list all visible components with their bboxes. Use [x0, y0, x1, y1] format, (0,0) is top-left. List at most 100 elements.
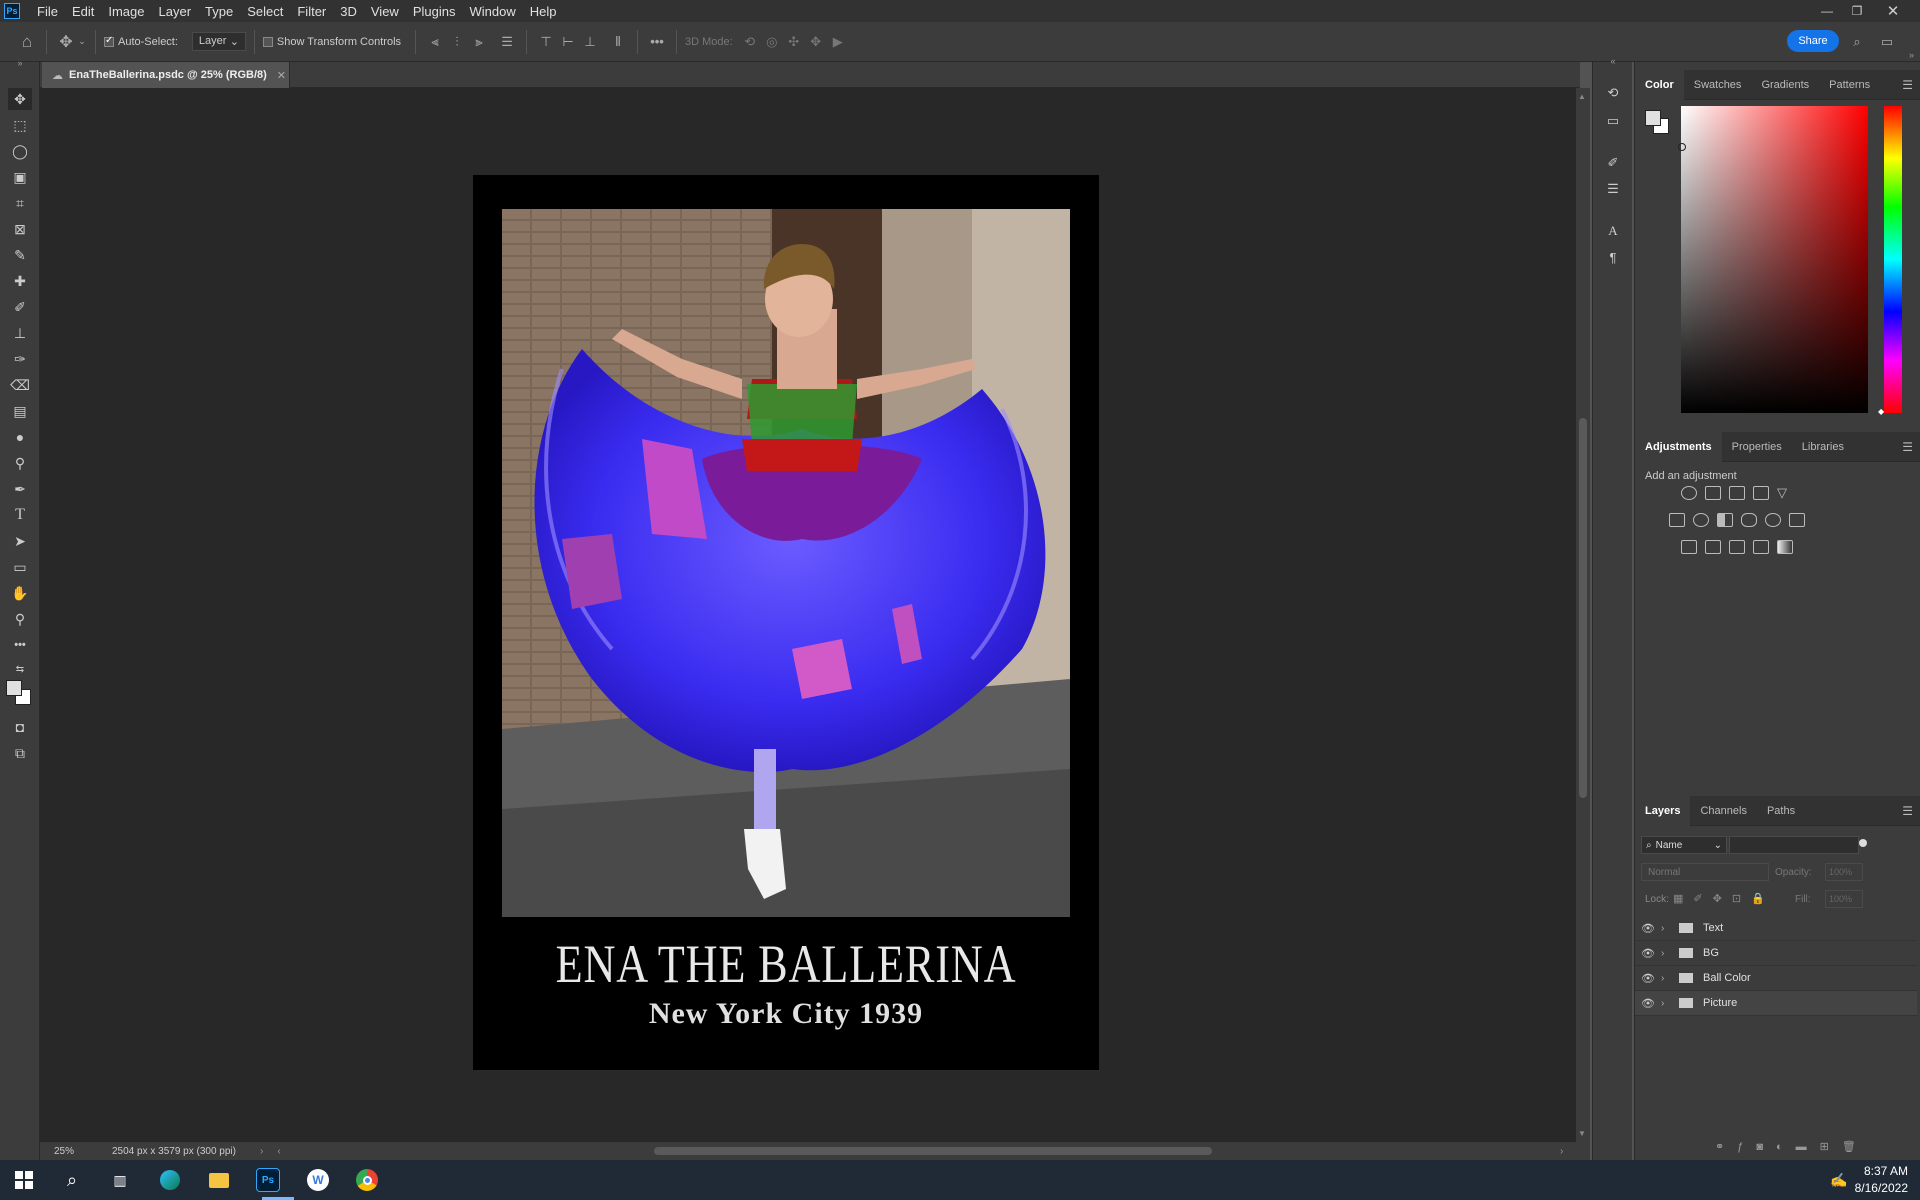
panel-menu-icon[interactable]: ☰	[1902, 804, 1913, 818]
scroll-down-icon[interactable]: ▼	[1578, 1129, 1586, 1138]
align-center-icon[interactable]: ⫶	[446, 31, 468, 53]
camera-3d-icon[interactable]: ▶	[827, 31, 849, 53]
tab-paths[interactable]: Paths	[1757, 796, 1805, 826]
scroll-up-icon[interactable]: ▲	[1578, 92, 1586, 101]
new-layer-icon[interactable]: ⊞	[1820, 1141, 1842, 1153]
system-clock[interactable]: 8:37 AM 8/16/2022	[1855, 1163, 1908, 1197]
align-right-icon[interactable]: ⫸	[468, 31, 490, 53]
color-picker-field[interactable]	[1678, 106, 1868, 413]
path-select-icon[interactable]: ➤	[8, 530, 32, 552]
chevron-down-icon[interactable]: ⌄	[77, 31, 87, 53]
tab-patterns[interactable]: Patterns	[1819, 70, 1880, 100]
scroll-right-icon[interactable]: ›	[1560, 1146, 1563, 1157]
horizontal-scroll-thumb[interactable]	[654, 1147, 1212, 1155]
color-balance-icon[interactable]	[1693, 513, 1709, 527]
distribute-icon[interactable]: ☰	[496, 31, 518, 53]
poster-artwork[interactable]: ENA THE BALLERINA New York City 1939	[473, 175, 1099, 1070]
quick-mask-icon[interactable]: ◘	[8, 716, 32, 738]
dodge-tool-icon[interactable]: ⚲	[8, 452, 32, 474]
search-icon[interactable]: ⌕	[1846, 31, 1868, 53]
eraser-tool-icon[interactable]: ⌫	[8, 374, 32, 396]
file-explorer-icon[interactable]	[207, 1168, 231, 1192]
hue-slider-handle[interactable]: ◆	[1878, 407, 1884, 416]
levels-icon[interactable]	[1705, 486, 1721, 500]
move-tool-icon[interactable]: ✥	[8, 88, 32, 110]
webex-icon[interactable]: W	[306, 1168, 330, 1192]
slide-3d-icon[interactable]: ✥	[805, 31, 827, 53]
zoom-tool-icon[interactable]: ⚲	[8, 608, 32, 630]
photo-filter-icon[interactable]	[1741, 513, 1757, 527]
more-options-icon[interactable]: •••	[646, 31, 668, 53]
menu-window[interactable]: Window	[462, 4, 522, 19]
hue-saturation-icon[interactable]	[1669, 513, 1685, 527]
distribute-vertical-icon[interactable]: ⦀	[607, 31, 629, 53]
color-picker-cursor[interactable]	[1678, 143, 1686, 151]
brush-settings-icon[interactable]: ✐	[1601, 152, 1625, 174]
scroll-left-icon[interactable]: ‹	[277, 1146, 280, 1157]
panel-menu-icon[interactable]: ☰	[1902, 78, 1913, 92]
object-select-icon[interactable]: ▣	[8, 166, 32, 188]
align-top-icon[interactable]: ⊤	[535, 31, 557, 53]
menu-view[interactable]: View	[364, 4, 406, 19]
layer-filter-dropdown[interactable]: ⌕ Name ⌄	[1641, 836, 1727, 854]
menu-3d[interactable]: 3D	[333, 4, 364, 19]
blur-tool-icon[interactable]: ●	[8, 426, 32, 448]
pen-icon[interactable]: ✍	[1830, 1172, 1847, 1189]
swap-colors-icon[interactable]: ⇆	[8, 658, 32, 680]
auto-select-dropdown[interactable]: Layer ⌄	[191, 32, 246, 51]
auto-select-checkbox[interactable]	[104, 35, 114, 47]
threshold-icon[interactable]	[1729, 540, 1745, 554]
fill-input[interactable]: 100%	[1825, 890, 1863, 908]
type-tool-icon[interactable]: T	[8, 504, 32, 526]
opacity-input[interactable]: 100%	[1825, 863, 1863, 881]
align-left-icon[interactable]: ⫷	[424, 31, 446, 53]
tab-properties[interactable]: Properties	[1722, 432, 1792, 462]
layer-filter-input[interactable]	[1729, 836, 1859, 854]
marquee-tool-icon[interactable]: ⬚	[8, 114, 32, 136]
eye-icon[interactable]: 👁	[1635, 997, 1661, 1010]
roll-3d-icon[interactable]: ◎	[761, 31, 783, 53]
menu-plugins[interactable]: Plugins	[406, 4, 463, 19]
restore-icon[interactable]: ❐	[1842, 0, 1872, 22]
menu-file[interactable]: File	[30, 4, 65, 19]
history-brush-icon[interactable]: ✑	[8, 348, 32, 370]
fx-icon[interactable]: ƒ	[1737, 1141, 1756, 1153]
history-panel-icon[interactable]: ⟲	[1601, 82, 1625, 104]
healing-brush-icon[interactable]: ✚	[8, 270, 32, 292]
new-group-icon[interactable]: ▬	[1796, 1141, 1820, 1153]
menu-help[interactable]: Help	[523, 4, 564, 19]
brightness-icon[interactable]	[1681, 486, 1697, 500]
layer-row[interactable]: 👁 › Picture	[1635, 991, 1917, 1016]
search-icon[interactable]: ⌕	[60, 1168, 84, 1192]
close-tab-icon[interactable]: ✕	[277, 69, 286, 82]
chrome-icon[interactable]	[355, 1168, 379, 1192]
chevron-right-icon[interactable]: ›	[1661, 923, 1675, 934]
eye-icon[interactable]: 👁	[1635, 972, 1661, 985]
black-white-icon[interactable]	[1717, 513, 1733, 527]
align-bottom-icon[interactable]: ⊥	[579, 31, 601, 53]
panel-menu-icon[interactable]: ☰	[1902, 440, 1913, 454]
menu-layer[interactable]: Layer	[152, 4, 199, 19]
align-middle-icon[interactable]: ⊢	[557, 31, 579, 53]
eyedropper-icon[interactable]: ✎	[8, 244, 32, 266]
layer-row[interactable]: 👁 › Ball Color	[1635, 966, 1917, 991]
status-expand-icon[interactable]: ›	[260, 1146, 263, 1157]
task-view-icon[interactable]: ▥	[108, 1168, 132, 1192]
home-icon[interactable]: ⌂	[16, 31, 38, 53]
show-transform-checkbox[interactable]	[262, 36, 273, 47]
curves-icon[interactable]	[1729, 486, 1745, 500]
chevron-right-icon[interactable]: ›	[1661, 973, 1675, 984]
crop-tool-icon[interactable]: ⌗	[8, 192, 32, 214]
collapse-icon[interactable]: »	[8, 52, 32, 74]
hand-tool-icon[interactable]: ✋	[8, 582, 32, 604]
pen-tool-icon[interactable]: ✒	[8, 478, 32, 500]
posterize-icon[interactable]	[1705, 540, 1721, 554]
menu-image[interactable]: Image	[101, 4, 151, 19]
pan-3d-icon[interactable]: ✣	[783, 31, 805, 53]
frame-tool-icon[interactable]: ⊠	[8, 218, 32, 240]
eye-icon[interactable]: 👁	[1635, 922, 1661, 935]
chevron-right-icon[interactable]: ›	[1661, 998, 1675, 1009]
tab-layers[interactable]: Layers	[1635, 795, 1691, 826]
gradient-tool-icon[interactable]: ▤	[8, 400, 32, 422]
tab-channels[interactable]: Channels	[1690, 796, 1756, 826]
